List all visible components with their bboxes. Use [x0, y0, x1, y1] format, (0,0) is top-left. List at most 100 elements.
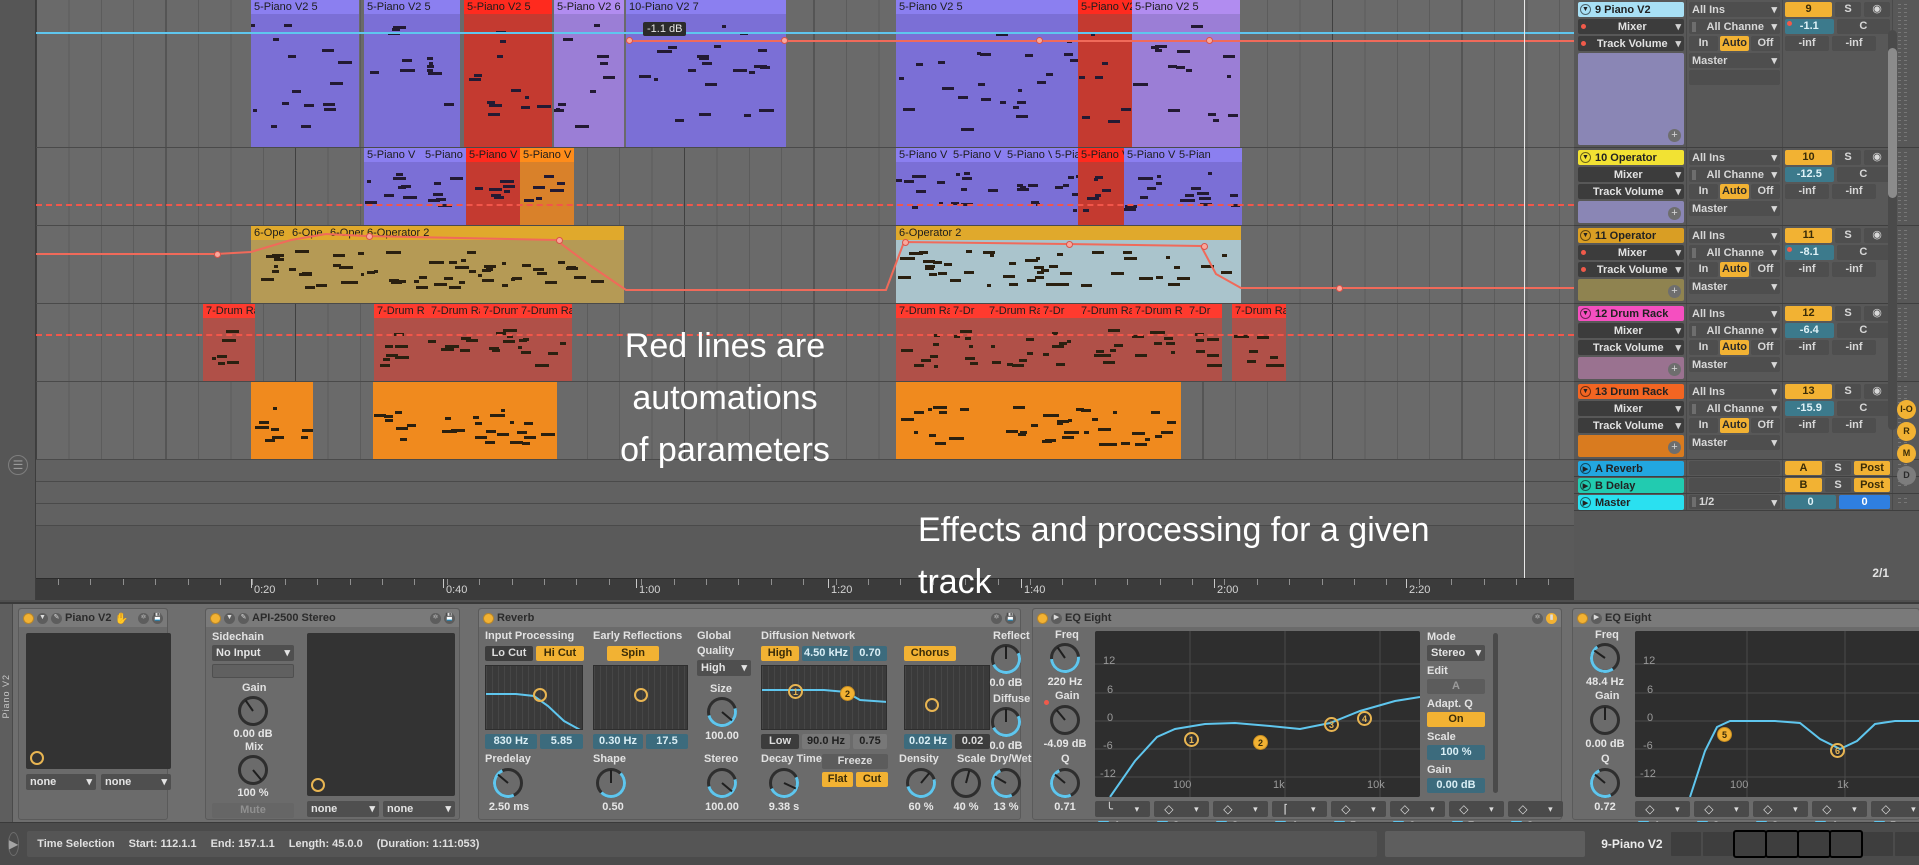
add-automation-lane-button[interactable]: +	[1668, 285, 1681, 298]
eq1-band-1-handle[interactable]: 1	[1184, 732, 1199, 747]
track-header-mixer-column[interactable]: 12 S ◉ -6.4 C -inf -inf	[1782, 304, 1892, 381]
timeline-ruler[interactable]: 0:200:401:001:201:402:002:202:403:003:20…	[36, 578, 1815, 600]
arrangement-clip[interactable]: 5-Piano V2 5	[251, 0, 359, 147]
eq1-graph[interactable]: 12 6 0 -6 -12 100 1k 10k 1 2 3 4	[1095, 631, 1421, 798]
scrollbar-thumb[interactable]	[1888, 48, 1897, 198]
track-name[interactable]: ▼ 10 Operator	[1578, 150, 1684, 165]
eq2-band-5-handle[interactable]: 5	[1717, 727, 1732, 742]
randomize-icon[interactable]: ⚛	[138, 612, 149, 624]
automation-breakpoint[interactable]	[1066, 241, 1073, 248]
density-knob[interactable]	[900, 762, 942, 804]
monitor-in-button[interactable]: In	[1689, 184, 1718, 199]
xy-y-assign-dropdown[interactable]: none ▾	[383, 801, 455, 817]
eq2-gain-knob[interactable]	[1590, 705, 1620, 735]
device-api-2500[interactable]: ▼ ✎ API-2500 Stereo ⚛ 💾 Sidechain No Inp…	[205, 608, 460, 820]
solo-button[interactable]: S	[1835, 228, 1861, 243]
track-header-name-column[interactable]: ▼ 13 Drum Rack Mixer ▾ Track Volume ▾ +	[1574, 382, 1686, 459]
device-header-eq-eight-1[interactable]: ▶ EQ Eight ⚛ ▮	[1033, 609, 1561, 627]
output-dropdown[interactable]: Master ▾	[1689, 53, 1780, 68]
eq1-freq-knob[interactable]	[1043, 636, 1087, 680]
arrangement-clip[interactable]: 7-Drum	[480, 304, 518, 381]
eq1-band-4-handle[interactable]: 4	[1357, 711, 1372, 726]
track-header-io-column[interactable]: All Ins ▾ All Channe ▾ In Auto Off Master ▾	[1686, 304, 1782, 381]
arrangement-clip[interactable]	[251, 382, 313, 459]
chorus-rate-value[interactable]: 0.02 Hz	[904, 734, 952, 749]
master-pan[interactable]: 0	[1839, 495, 1890, 509]
drywet-knob[interactable]	[986, 763, 1026, 803]
device-thumbnail[interactable]	[1796, 830, 1831, 858]
return-track-io[interactable]	[1686, 460, 1782, 476]
arrangement-clip[interactable]: 6-Ope	[251, 226, 289, 303]
input-type-dropdown[interactable]: All Ins ▾	[1689, 2, 1780, 17]
eq1-out-gain-value[interactable]: 0.00 dB	[1427, 778, 1485, 793]
arrangement-clip[interactable]: 5-Piano V2 5	[464, 0, 552, 147]
track-header-mixer-column[interactable]: 11 S ◉ -8.1 C -inf -inf	[1782, 226, 1892, 303]
eq-band-shape-dropdown[interactable]: ◇ ▾	[1871, 801, 1919, 817]
track-pan[interactable]: C	[1836, 245, 1890, 260]
play-icon[interactable]: ▶	[8, 832, 20, 856]
track-volume[interactable]: -8.1	[1785, 245, 1834, 260]
output-channel-dropdown[interactable]	[1689, 70, 1780, 85]
play-icon[interactable]: ▶	[1580, 497, 1591, 508]
eq-band-shape-dropdown[interactable]: ◇ ▾	[1449, 801, 1504, 817]
input-type-dropdown[interactable]: All Ins ▾	[1689, 150, 1780, 165]
track-number-row[interactable]: 11 S ◉	[1785, 228, 1890, 243]
eq1-adapt-q-toggle[interactable]: On	[1427, 712, 1485, 727]
device-chain-selector[interactable]: Mixer ▾	[1578, 19, 1684, 34]
return-track-mixer[interactable]: A S Post	[1782, 460, 1892, 476]
arm-record-button[interactable]: ◉	[1864, 384, 1890, 399]
track-number-row[interactable]: 10 S ◉	[1785, 150, 1890, 165]
track-header-name-column[interactable]: ▼ 10 Operator Mixer ▾ Track Volume ▾ +	[1574, 148, 1686, 225]
eq1-q-knob[interactable]	[1045, 763, 1085, 803]
chevron-down-icon[interactable]: ▼	[1580, 152, 1591, 163]
automation-breakpoint[interactable]	[214, 251, 221, 258]
arrangement-clip[interactable]: 5-Piano V	[1124, 148, 1176, 225]
track-activator[interactable]: 11	[1785, 228, 1832, 243]
chevron-down-icon[interactable]: ▼	[1580, 386, 1591, 397]
output-dropdown[interactable]: Master ▾	[1689, 435, 1780, 450]
input-type-dropdown[interactable]: All Ins ▾	[1689, 384, 1780, 399]
device-thumbnail[interactable]	[1732, 830, 1767, 858]
spectrum-icon[interactable]: ▮	[1546, 612, 1557, 624]
spin-handle[interactable]	[634, 688, 648, 702]
chevron-down-icon[interactable]: ▼	[1580, 230, 1591, 241]
solo-button[interactable]: S	[1835, 306, 1861, 321]
arrangement-clip[interactable]: 7-Drum Ra	[1232, 304, 1286, 381]
track-name[interactable]: ▼ 12 Drum Rack	[1578, 306, 1684, 321]
device-header-eq-eight-2[interactable]: ▶ EQ Eight	[1573, 609, 1919, 627]
eq2-band-6-handle[interactable]: 6	[1830, 743, 1845, 758]
track-lane[interactable]: 5-Piano V5-Piano V5-Piano V5-Piano V5-Pi…	[36, 148, 1574, 226]
arrangement-clip[interactable]: 7-Drum Ra	[428, 304, 480, 381]
track-header-row[interactable]: ▼ 10 Operator Mixer ▾ Track Volume ▾ + All Ins ▾…	[1574, 148, 1919, 226]
automation-breakpoint[interactable]	[1336, 285, 1343, 292]
arrangement-clip[interactable]: 6-Operator 2	[896, 226, 1241, 303]
input-channel-dropdown[interactable]: All Channe ▾	[1689, 323, 1780, 338]
return-track-name-column[interactable]: ▶ A Reverb	[1574, 460, 1686, 476]
device-power-led[interactable]	[210, 612, 221, 624]
track-header-io-column[interactable]: All Ins ▾ All Channe ▾ In Auto Off Master ▾	[1686, 382, 1782, 459]
arrangement-clip[interactable]: 5-Piano V2 6	[554, 0, 624, 147]
return-input-slot[interactable]	[1689, 461, 1780, 475]
return-solo-button[interactable]: S	[1825, 461, 1851, 475]
empty-track-lane[interactable]	[36, 482, 1574, 504]
arrangement-clip[interactable]: 5-Piano V	[466, 148, 520, 225]
arrangement-clip[interactable]: 5-Piano V2 5	[1078, 0, 1132, 147]
mix-knob[interactable]	[238, 755, 268, 785]
freeze-button[interactable]: Freeze	[822, 754, 888, 769]
arrangement-clip[interactable]: 7-Dr	[1186, 304, 1222, 381]
eq1-gain-knob[interactable]	[1044, 700, 1080, 735]
xy-pad[interactable]	[26, 633, 171, 769]
track-header-mixer-column[interactable]: 10 S ◉ -12.5 C -inf -inf	[1782, 148, 1892, 225]
chorus-handle[interactable]	[925, 698, 939, 712]
eq1-band-2-handle[interactable]: 2	[1253, 735, 1268, 750]
monitor-off-button[interactable]: Off	[1751, 418, 1780, 433]
return-track-mixer[interactable]: B S Post	[1782, 477, 1892, 493]
master-volume[interactable]: 0	[1785, 495, 1836, 509]
randomize-icon[interactable]: ⚛	[430, 612, 441, 624]
eq-band-shape-dropdown[interactable]: ◇ ▾	[1390, 801, 1445, 817]
decay-time-knob[interactable]	[764, 763, 804, 803]
eq2-q-knob[interactable]	[1585, 763, 1625, 803]
lo-cut-button[interactable]: Lo Cut	[485, 646, 533, 661]
chorus-graph[interactable]	[904, 665, 990, 730]
automation-breakpoint[interactable]	[1036, 37, 1043, 44]
